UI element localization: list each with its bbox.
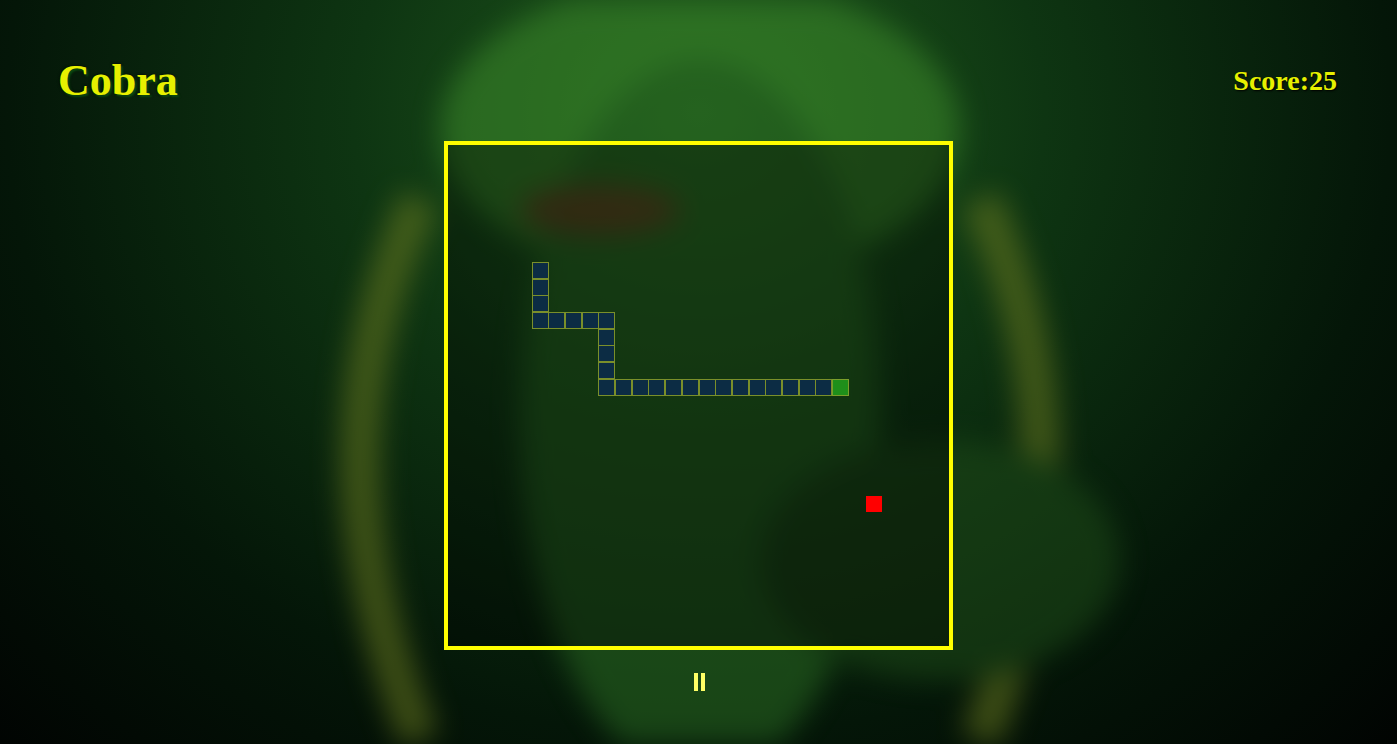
snake-segment <box>682 379 699 396</box>
snake-segment <box>799 379 816 396</box>
snake-segment <box>749 379 766 396</box>
food <box>866 496 882 512</box>
snake-segment <box>648 379 665 396</box>
score-label: Score:25 <box>1233 65 1337 97</box>
snake-segment <box>598 345 615 362</box>
game-title: Cobra <box>58 55 178 106</box>
snake-segment <box>548 312 565 329</box>
snake-segment <box>532 312 549 329</box>
snake-segment <box>699 379 716 396</box>
game-board <box>444 141 953 650</box>
snake-segment <box>765 379 782 396</box>
snake-segment <box>632 379 649 396</box>
snake-segment <box>732 379 749 396</box>
snake-segment <box>582 312 599 329</box>
snake-segment <box>782 379 799 396</box>
snake-segment <box>598 362 615 379</box>
snake-segment <box>598 312 615 329</box>
pause-icon[interactable] <box>688 671 710 693</box>
snake-segment <box>565 312 582 329</box>
snake-segment <box>598 329 615 346</box>
snake-segment <box>665 379 682 396</box>
snake-segment <box>615 379 632 396</box>
snake-head <box>832 379 849 396</box>
snake-segment <box>715 379 732 396</box>
snake-segment <box>532 279 549 296</box>
game-page: Cobra Score:25 <box>0 0 1397 693</box>
header: Cobra Score:25 <box>0 0 1397 141</box>
snake-segment <box>532 262 549 279</box>
snake-segment <box>815 379 832 396</box>
snake-segment <box>532 295 549 312</box>
snake-segment <box>598 379 615 396</box>
